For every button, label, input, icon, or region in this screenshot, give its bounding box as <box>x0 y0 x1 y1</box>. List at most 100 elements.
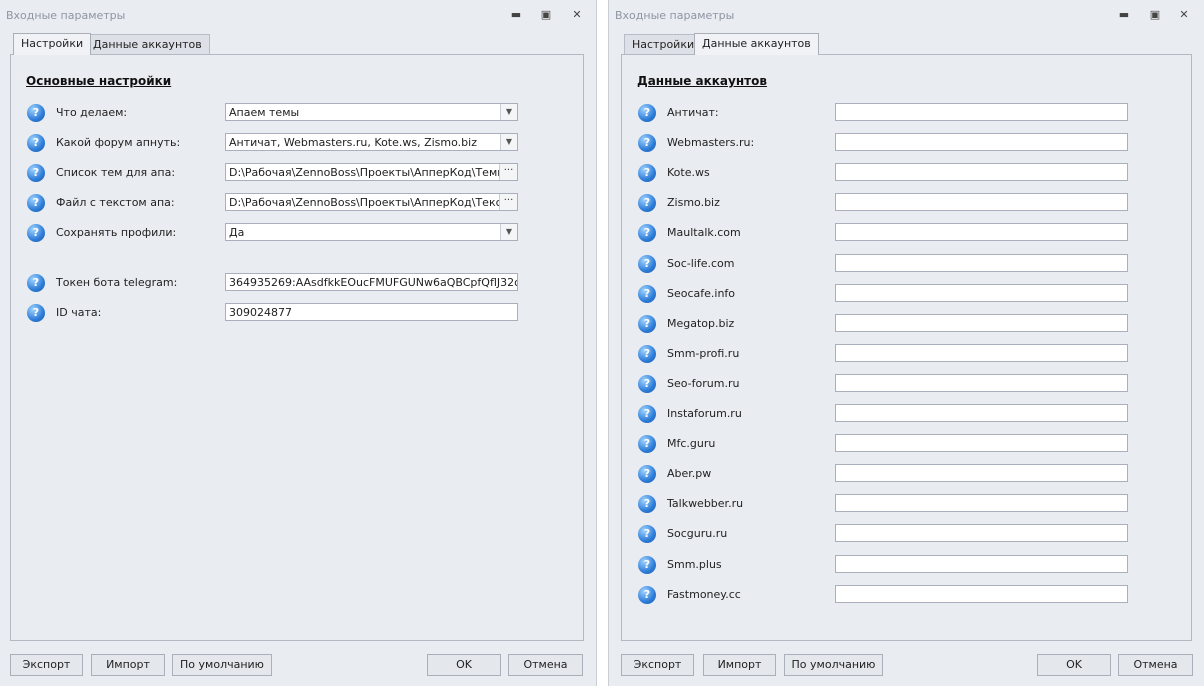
settings-field[interactable]: Да ▼ <box>225 223 518 241</box>
account-input[interactable] <box>835 434 1128 453</box>
ok-button[interactable]: OK <box>1037 654 1111 676</box>
settings-field[interactable]: 364935269:AAsdfkkEOucFMUFGUNw6aQBCpfQflJ… <box>225 273 518 291</box>
help-icon[interactable]: ? <box>638 374 656 393</box>
ok-button[interactable]: OK <box>427 654 501 676</box>
account-label: Socguru.ru <box>667 527 728 541</box>
account-input[interactable] <box>835 193 1128 212</box>
tab-strip: Настройки Данные аккаунтов <box>10 33 586 55</box>
help-icon[interactable]: ? <box>638 164 656 183</box>
close-button[interactable]: ✕ <box>568 6 586 24</box>
help-icon[interactable]: ? <box>638 465 656 484</box>
help-icon[interactable]: ? <box>638 194 656 213</box>
export-button[interactable]: Экспорт <box>10 654 83 676</box>
tab-accounts[interactable]: Данные аккаунтов <box>85 34 210 55</box>
settings-label: Список тем для апа: <box>56 166 176 179</box>
account-label: Античат: <box>667 106 719 119</box>
window-title: Входные параметры <box>615 9 735 22</box>
help-icon[interactable]: ? <box>27 164 45 182</box>
chevron-down-icon[interactable]: ▼ <box>500 134 517 150</box>
tab-settings[interactable]: Настройки <box>624 34 703 55</box>
import-button[interactable]: Импорт <box>703 654 776 676</box>
settings-field[interactable]: Апаем темы ▼ <box>225 103 518 121</box>
settings-row: ? Сохранять профили: Да ▼ <box>11 223 583 243</box>
account-label: Zismo.biz <box>667 196 720 210</box>
account-input[interactable] <box>835 554 1128 573</box>
defaults-button[interactable]: По умолчанию <box>784 654 883 676</box>
account-input[interactable] <box>835 313 1128 332</box>
defaults-button[interactable]: По умолчанию <box>172 654 272 676</box>
help-icon[interactable]: ? <box>638 525 656 544</box>
account-row: ? Kote.ws <box>622 163 1191 183</box>
chevron-down-icon[interactable]: ▼ <box>500 104 517 120</box>
close-button[interactable]: ✕ <box>1175 6 1193 24</box>
minimize-button[interactable]: ▬ <box>507 6 525 24</box>
account-input[interactable] <box>835 494 1128 513</box>
help-icon[interactable]: ? <box>638 224 656 243</box>
account-input[interactable] <box>835 464 1128 483</box>
settings-field[interactable]: D:\Рабочая\ZennoBoss\Проекты\АпперКод\Те… <box>225 163 518 181</box>
settings-field[interactable]: D:\Рабочая\ZennoBoss\Проекты\АпперКод\Те… <box>225 193 518 211</box>
settings-row: ? Токен бота telegram: 364935269:AAsdfkkEO… <box>11 273 583 293</box>
account-row: ? Soc-life.com <box>622 253 1191 274</box>
help-icon[interactable]: ? <box>27 134 45 152</box>
account-label: Kote.ws <box>667 166 710 180</box>
account-row: ? Fastmoney.cc <box>622 584 1191 605</box>
account-input[interactable] <box>835 253 1128 272</box>
maximize-button[interactable]: ▣ <box>537 6 555 24</box>
tab-settings[interactable]: Настройки <box>13 33 92 55</box>
import-button[interactable]: Импорт <box>91 654 165 676</box>
help-icon[interactable]: ? <box>638 405 656 423</box>
help-icon[interactable]: ? <box>27 274 45 292</box>
account-input[interactable] <box>835 163 1128 182</box>
minimize-button[interactable]: ▬ <box>1115 6 1133 24</box>
settings-label: ID чата: <box>56 306 102 319</box>
settings-field[interactable]: Античат, Webmasters.ru, Kote.ws, Zismo.b… <box>225 133 518 151</box>
help-icon[interactable]: ? <box>638 435 656 454</box>
settings-label: Что делаем: <box>56 106 128 119</box>
help-icon[interactable]: ? <box>27 224 45 242</box>
account-label: Seo-forum.ru <box>667 376 740 390</box>
settings-row: ? Какой форум апнуть: Античат, Webmasters.… <box>11 133 583 153</box>
account-input[interactable] <box>835 584 1128 603</box>
account-input[interactable] <box>835 524 1128 543</box>
cancel-button[interactable]: Отмена <box>508 654 583 676</box>
help-icon[interactable]: ? <box>638 585 656 604</box>
cancel-button[interactable]: Отмена <box>1118 654 1193 676</box>
account-input[interactable] <box>835 373 1128 392</box>
browse-button[interactable]: ··· <box>499 194 517 210</box>
chevron-down-icon[interactable]: ▼ <box>500 224 517 240</box>
account-label: Maultalk.com <box>667 226 741 240</box>
account-input[interactable] <box>835 103 1128 121</box>
help-icon[interactable]: ? <box>638 284 656 303</box>
settings-value: Античат, Webmasters.ru, Kote.ws, Zismo.b… <box>229 136 477 149</box>
account-label: Soc-life.com <box>667 256 735 270</box>
export-button[interactable]: Экспорт <box>621 654 694 676</box>
help-icon[interactable]: ? <box>638 134 656 153</box>
help-icon[interactable]: ? <box>638 254 656 273</box>
settings-label: Какой форум апнуть: <box>56 136 181 149</box>
settings-value: Да <box>229 226 245 239</box>
settings-row: ? Что делаем: Апаем темы ▼ <box>11 103 583 123</box>
account-input[interactable] <box>835 133 1128 152</box>
tab-accounts[interactable]: Данные аккаунтов <box>694 33 819 55</box>
browse-button[interactable]: ··· <box>499 164 517 180</box>
settings-field[interactable]: 309024877 <box>225 303 518 321</box>
help-icon[interactable]: ? <box>638 495 656 514</box>
settings-value: 364935269:AAsdfkkEOucFMUFGUNw6aQBCpfQflJ… <box>229 276 518 289</box>
title-bar: Входные параметры ▬ ▣ ✕ <box>609 0 1204 30</box>
account-label: Instaforum.ru <box>667 407 742 420</box>
help-icon[interactable]: ? <box>638 104 656 122</box>
settings-row: ? Список тем для апа: D:\Рабочая\ZennoBoss… <box>11 163 583 183</box>
account-input[interactable] <box>835 223 1128 242</box>
account-input[interactable] <box>835 343 1128 362</box>
account-label: Megatop.biz <box>667 316 735 330</box>
account-input[interactable] <box>835 283 1128 302</box>
help-icon[interactable]: ? <box>638 555 656 574</box>
help-icon[interactable]: ? <box>638 344 656 363</box>
help-icon[interactable]: ? <box>27 304 45 322</box>
account-input[interactable] <box>835 404 1128 422</box>
help-icon[interactable]: ? <box>638 314 656 333</box>
help-icon[interactable]: ? <box>27 194 45 212</box>
help-icon[interactable]: ? <box>27 104 45 122</box>
maximize-button[interactable]: ▣ <box>1146 6 1164 24</box>
